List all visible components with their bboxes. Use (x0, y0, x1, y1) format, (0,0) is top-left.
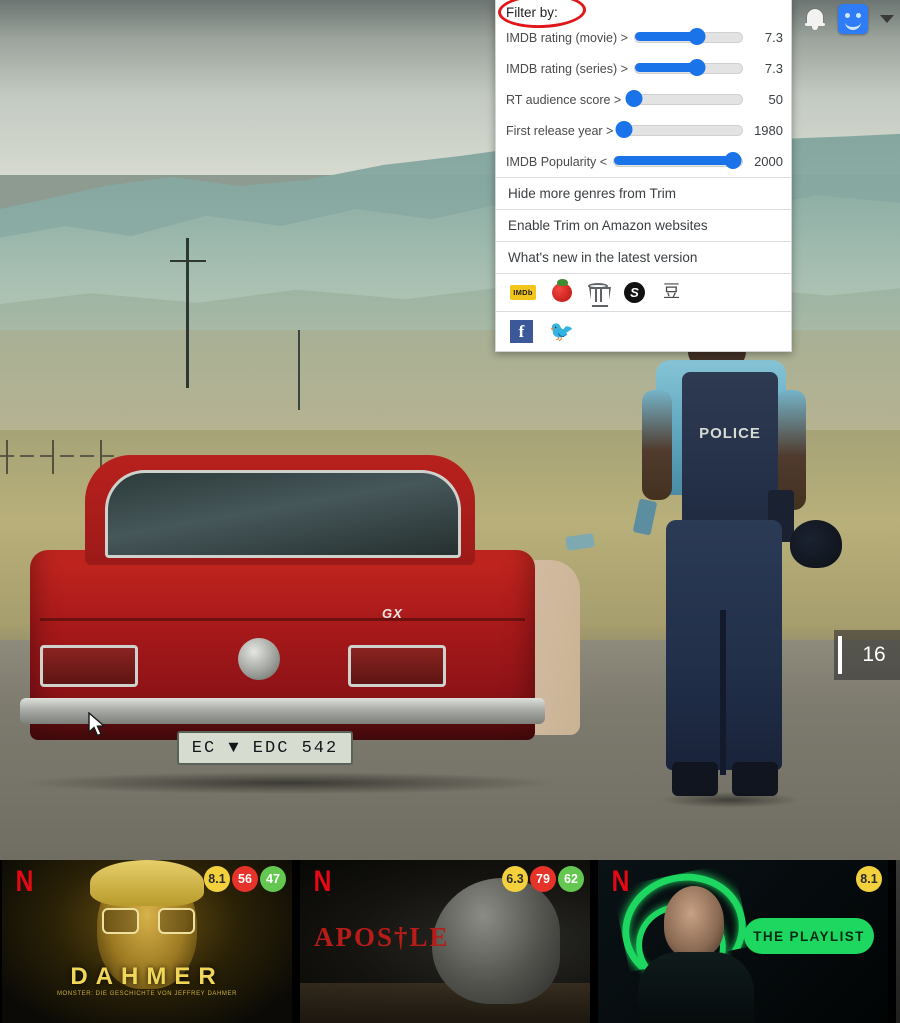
fuel-cap (238, 638, 280, 680)
filter-label: RT audience score > (506, 92, 622, 107)
slider-thumb[interactable] (688, 59, 706, 76)
slider-fill (614, 156, 734, 165)
title-card-apostle[interactable]: APOS†LE N 6.3 79 62 (300, 860, 590, 1023)
filter-value: 7.3 (764, 30, 783, 45)
card-title: APOS†LE (314, 922, 450, 952)
title-card-the-playlist[interactable]: THE PLAYLIST N 8.1 (598, 860, 888, 1023)
age-rating-value: 16 (862, 643, 886, 666)
filter-row-imdb-series[interactable]: IMDB rating (series) > 7.3 (496, 53, 791, 84)
chevron-down-icon[interactable] (880, 15, 894, 23)
car-shadow (20, 772, 560, 794)
artwork-shrouded-figure (432, 878, 560, 1004)
imdb-rating-badge: 8.1 (204, 866, 230, 892)
police-officer: POLICE (632, 320, 842, 850)
popcorn-bucket-icon[interactable] (588, 282, 611, 307)
bell-icon[interactable] (804, 7, 826, 31)
slider-track[interactable] (615, 121, 743, 138)
age-rating-badge: 16 (834, 630, 900, 680)
artwork-glasses-right (158, 908, 195, 934)
slider-thumb[interactable] (615, 121, 633, 138)
officer-leg-split (720, 610, 726, 775)
officer-tactical-vest (682, 372, 778, 532)
filter-value: 50 (768, 92, 783, 107)
artwork-glasses-left (102, 908, 139, 934)
site-icon-row: IMDb S 豆 (496, 274, 791, 311)
taillight-left (40, 645, 138, 687)
title-card-dahmer[interactable]: DAHMER MONSTER: DIE GESCHICHTE VON JEFFR… (2, 860, 292, 1023)
car-trunk-line (40, 618, 525, 621)
rating-badges: 8.1 56 47 (204, 866, 286, 892)
filter-row-release-year[interactable]: First release year > 1980 (496, 115, 791, 146)
card-title: THE PLAYLIST (744, 918, 874, 954)
social-icon-row: f 🐦 (496, 312, 791, 351)
slider-thumb[interactable] (625, 90, 643, 107)
netflix-logo-icon: N (611, 865, 630, 898)
title-card-partial-next[interactable]: N (896, 860, 900, 1023)
utility-pole-secondary-icon (298, 330, 300, 410)
twitter-icon[interactable]: 🐦 (549, 321, 574, 343)
officer-boot-left (672, 762, 718, 796)
slider-thumb[interactable] (724, 152, 742, 169)
title-card-row: DAHMER MONSTER: DIE GESCHICHTE VON JEFFR… (0, 860, 900, 1023)
card-artwork (896, 860, 900, 1023)
rating-badges: 6.3 79 62 (502, 866, 584, 892)
officer-shadow (660, 792, 800, 808)
menu-item-hide-genres[interactable]: Hide more genres from Trim (496, 178, 791, 209)
artwork-head (664, 886, 724, 958)
filter-label: IMDB rating (movie) > (506, 30, 628, 45)
netflix-logo-icon: N (15, 865, 34, 898)
rt-critic-badge: 56 (232, 866, 258, 892)
menu-item-enable-amazon[interactable]: Enable Trim on Amazon websites (496, 210, 791, 241)
filter-label: IMDB Popularity < (506, 154, 608, 169)
imdb-icon[interactable]: IMDb (510, 285, 536, 300)
slider-track[interactable] (625, 90, 743, 107)
slider-track[interactable] (633, 59, 743, 76)
imdb-rating-badge: 8.1 (856, 866, 882, 892)
sensacine-icon[interactable]: S (624, 282, 645, 303)
netflix-logo-icon: N (313, 865, 332, 898)
fence-post (6, 440, 8, 474)
filter-row-rt-audience[interactable]: RT audience score > 50 (496, 84, 791, 115)
filter-value: 1980 (754, 123, 783, 138)
officer-cap (790, 520, 842, 568)
officer-boot-right (732, 762, 778, 796)
filter-value: 2000 (754, 154, 783, 169)
card-title: DAHMER (70, 963, 224, 990)
facebook-icon[interactable]: f (510, 320, 533, 343)
age-rating-bar (838, 636, 842, 674)
slider-thumb[interactable] (688, 28, 706, 45)
rt-audience-badge: 47 (260, 866, 286, 892)
browser-toolbar (804, 4, 894, 34)
popup-title: Filter by: (506, 5, 558, 20)
vest-label: POLICE (699, 425, 761, 442)
trim-extension-icon[interactable] (838, 4, 868, 34)
artwork-hair (90, 860, 204, 906)
filter-row-imdb-movie[interactable]: IMDB rating (movie) > 7.3 (496, 22, 791, 53)
rating-badges: 8.1 (856, 866, 882, 892)
douban-icon[interactable]: 豆 (661, 282, 682, 303)
screen: GX EC ▼ EDC 542 POLICE 16 Filter by: IMD… (0, 0, 900, 1023)
menu-item-whats-new[interactable]: What's new in the latest version (496, 242, 791, 273)
card-artwork: THE PLAYLIST (598, 860, 888, 1023)
trim-extension-popup[interactable]: Filter by: IMDB rating (movie) > 7.3 IMD… (495, 0, 792, 352)
artwork-body (638, 952, 754, 1023)
imdb-rating-badge: 6.3 (502, 866, 528, 892)
filter-row-imdb-popularity[interactable]: IMDB Popularity < 2000 (496, 146, 791, 177)
filter-label: First release year > (506, 123, 614, 138)
car-rear-window (105, 470, 461, 558)
rt-critic-badge: 79 (530, 866, 556, 892)
card-subtitle: MONSTER: DIE GESCHICHTE VON JEFFREY DAHM… (56, 991, 238, 997)
car-emblem: GX (382, 606, 403, 621)
rotten-tomatoes-icon[interactable] (552, 279, 572, 302)
mouse-cursor (88, 712, 106, 737)
utility-pole-icon (170, 238, 206, 388)
filter-label: IMDB rating (series) > (506, 61, 628, 76)
rt-audience-badge: 62 (558, 866, 584, 892)
slider-track[interactable] (613, 152, 743, 169)
license-plate: EC ▼ EDC 542 (177, 731, 353, 765)
taillight-right (348, 645, 446, 687)
officer-arm-left (642, 390, 672, 500)
filter-value: 7.3 (764, 61, 783, 76)
slider-track[interactable] (633, 28, 743, 45)
